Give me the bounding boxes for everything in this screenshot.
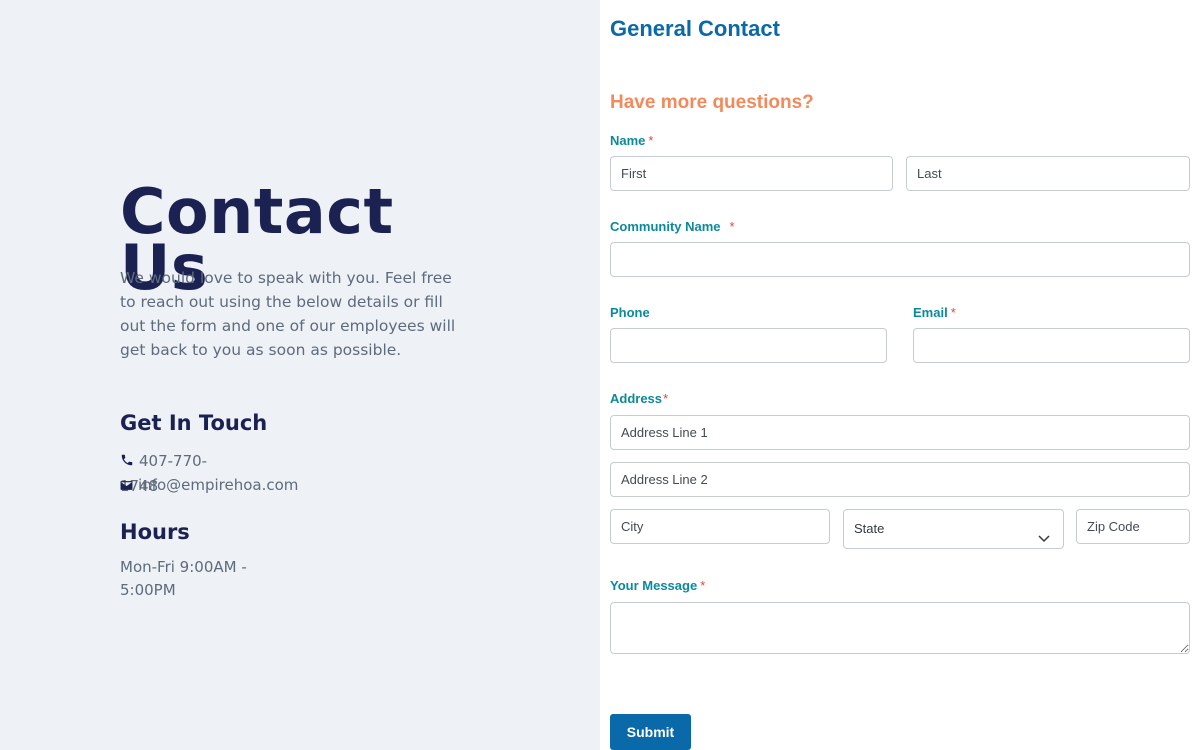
required-marker: *: [950, 305, 956, 320]
state-select-value: State: [854, 521, 885, 536]
form-title: General Contact: [610, 16, 780, 41]
phone-icon: [120, 450, 134, 474]
state-select[interactable]: State: [843, 509, 1064, 549]
address-label: Address*: [610, 391, 669, 406]
name-label: Name *: [610, 133, 654, 148]
first-name-input[interactable]: [610, 156, 893, 191]
community-name-input[interactable]: [610, 242, 1190, 277]
required-marker: *: [700, 578, 706, 593]
intro-text: We would love to speak with you. Feel fr…: [120, 269, 456, 359]
community-name-label: Community Name *: [610, 219, 735, 234]
contact-info-panel: Contact Us We would love to speak with y…: [0, 0, 600, 750]
last-name-input[interactable]: [906, 156, 1190, 191]
message-textarea[interactable]: [610, 602, 1190, 654]
city-input[interactable]: [610, 509, 830, 544]
form-subtitle: Have more questions?: [610, 92, 814, 113]
required-marker: *: [648, 133, 654, 148]
hours-heading: Hours: [120, 520, 190, 544]
chevron-down-icon: [1037, 522, 1051, 560]
phone-input[interactable]: [610, 328, 887, 363]
required-marker: *: [729, 219, 735, 234]
zip-code-input[interactable]: [1076, 509, 1190, 544]
submit-button[interactable]: Submit: [610, 714, 691, 750]
address-line2-input[interactable]: [610, 462, 1190, 497]
envelope-icon: [120, 474, 133, 498]
email-address: info@empirehoa.com: [138, 476, 299, 494]
email-contact[interactable]: info@empirehoa.com: [120, 473, 298, 498]
required-marker: *: [663, 391, 669, 406]
email-input[interactable]: [913, 328, 1190, 363]
email-label: Email *: [913, 305, 956, 320]
message-label: Your Message *: [610, 578, 706, 593]
hours-text: Mon-Fri 9:00AM - 5:00PM: [120, 558, 247, 599]
address-line1-input[interactable]: [610, 415, 1190, 450]
get-in-touch-heading: Get In Touch: [120, 411, 268, 435]
phone-label: Phone: [610, 305, 650, 320]
